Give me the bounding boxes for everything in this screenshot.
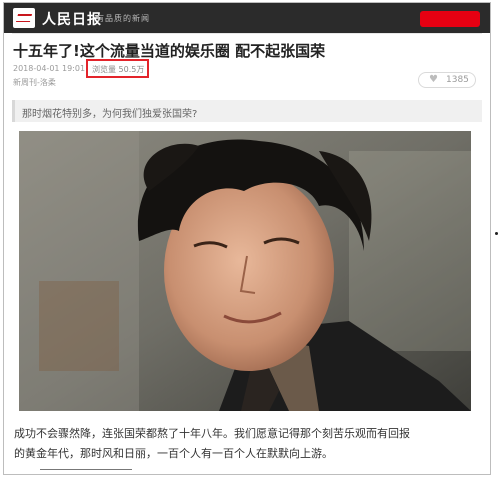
article-title: 十五年了!这个流量当道的娱乐圈 配不起张国荣 [13, 42, 326, 60]
scroll-indicator [495, 232, 498, 235]
heart-icon: ♥ [429, 74, 438, 85]
article-photo [19, 131, 471, 411]
article-source[interactable]: 新周刊-洛柔 [13, 77, 56, 88]
like-count: 1385 [446, 75, 469, 85]
paragraph-line: 的黄金年代，那时风和日丽，一百个人有一百个人在默默向上游。 [14, 447, 333, 460]
divider-line [40, 469, 132, 470]
paragraph-line: 成功不会骤然降，连张国荣都熬了十年八年。我们愿意记得那个刻苦乐观而有回报 [14, 427, 410, 440]
header-divider [12, 33, 482, 34]
top-bar: 人民日报 有品质的新闻 [4, 3, 490, 33]
redacted-action-button[interactable] [420, 11, 480, 27]
quote-text: 那时烟花特别多，为何我们独爱张国荣? [22, 109, 198, 120]
like-button[interactable]: ♥ 1385 [418, 72, 476, 88]
brand-name[interactable]: 人民日报 [42, 9, 102, 29]
view-count: 浏览量 50.5万 [92, 65, 145, 74]
publish-date: 2018-04-01 19:01 [13, 64, 86, 73]
article-paragraph: 成功不会骤然降，连张国荣都熬了十年八年。我们愿意记得那个刻苦乐观而有回报 的黄金… [14, 424, 484, 464]
brand-slogan: 有品质的新闻 [96, 14, 150, 23]
people-daily-logo-icon[interactable] [13, 8, 35, 28]
